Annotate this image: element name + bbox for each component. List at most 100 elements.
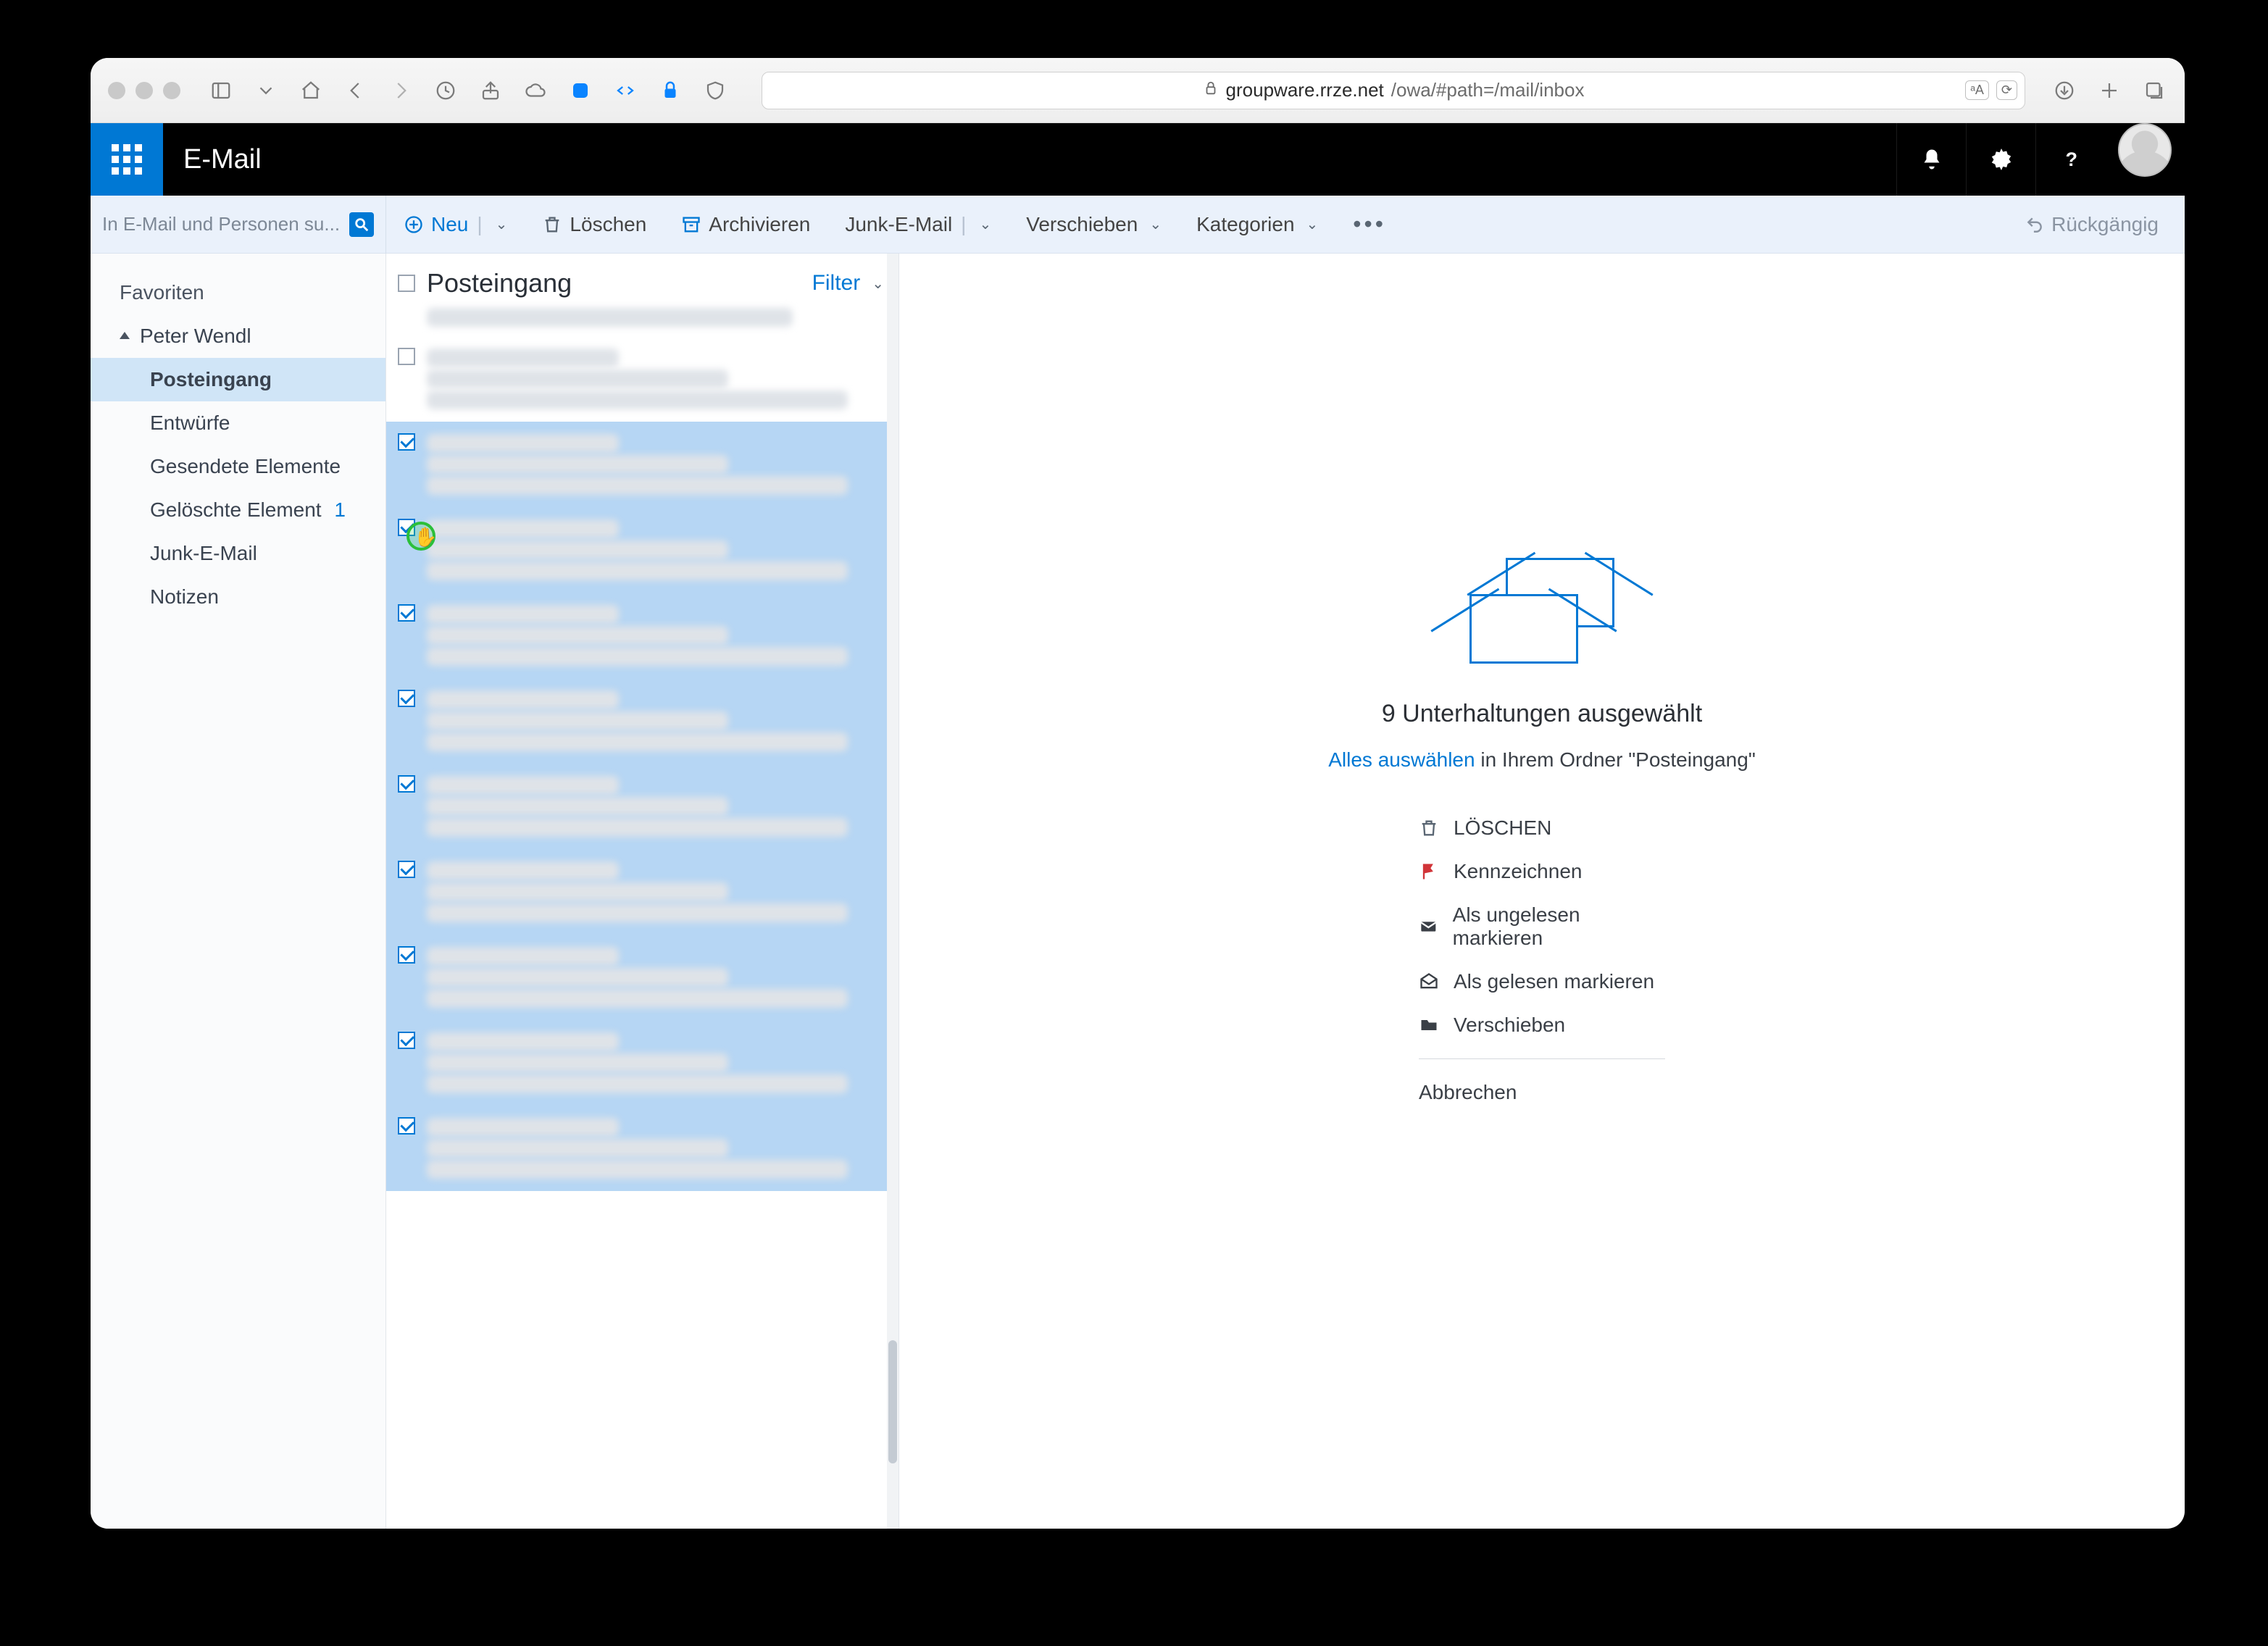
reader-icon[interactable]: ⟳	[1996, 80, 2017, 100]
message-item[interactable]	[386, 593, 899, 678]
traffic-max[interactable]	[163, 82, 180, 99]
junk-button[interactable]: Junk-E-Mail |⌄	[827, 196, 1009, 253]
user-avatar[interactable]	[2118, 123, 2172, 177]
browser-window: groupware.rrze.net/owa/#path=/mail/inbox…	[91, 58, 2185, 1529]
extension-blue-icon[interactable]	[567, 78, 593, 104]
action-move-label: Verschieben	[1454, 1014, 1565, 1037]
message-item[interactable]	[386, 935, 899, 1020]
select-all-checkbox[interactable]	[398, 275, 415, 292]
home-icon[interactable]	[298, 78, 324, 104]
nav-drafts[interactable]: Entwürfe	[91, 401, 385, 445]
url-bar[interactable]: groupware.rrze.net/owa/#path=/mail/inbox…	[762, 72, 2025, 109]
nav-deleted-label: Gelöschte Element	[150, 498, 322, 521]
message-item[interactable]	[386, 422, 899, 507]
message-item[interactable]	[386, 507, 899, 593]
bulk-actions: LÖSCHEN Kennzeichnen Als ungelesen marki…	[1419, 806, 1665, 1114]
message-checkbox[interactable]	[398, 1032, 415, 1049]
action-flag[interactable]: Kennzeichnen	[1419, 850, 1665, 893]
browser-toolbar: groupware.rrze.net/owa/#path=/mail/inbox…	[91, 58, 2185, 123]
select-all-link[interactable]: Alles auswählen	[1328, 748, 1475, 771]
message-checkbox[interactable]	[398, 1117, 415, 1135]
delete-button[interactable]: Löschen	[525, 196, 664, 253]
back-icon[interactable]	[343, 78, 369, 104]
nav-account-label: Peter Wendl	[140, 325, 251, 348]
nav-account[interactable]: Peter Wendl	[91, 314, 385, 358]
move-label: Verschieben	[1026, 213, 1138, 236]
search-box[interactable]: In E-Mail und Personen su...	[91, 196, 386, 254]
list-header: Posteingang Filter ⌄	[386, 254, 899, 303]
message-checkbox[interactable]	[398, 604, 415, 622]
new-tab-icon[interactable]	[2096, 78, 2122, 104]
nav-sent[interactable]: Gesendete Elemente	[91, 445, 385, 488]
cloud-icon[interactable]	[522, 78, 549, 104]
envelope-illustration	[1469, 558, 1614, 664]
nav-notes[interactable]: Notizen	[91, 575, 385, 619]
message-list: Posteingang Filter ⌄	[386, 254, 899, 1529]
message-checkbox[interactable]	[398, 348, 415, 365]
nav-favorites[interactable]: Favoriten	[91, 271, 385, 314]
forward-icon	[388, 78, 414, 104]
message-checkbox[interactable]	[398, 946, 415, 964]
action-mark-unread[interactable]: Als ungelesen markieren	[1419, 893, 1665, 960]
undo-label: Rückgängig	[2051, 213, 2159, 236]
message-item[interactable]	[386, 764, 899, 849]
owa-header: E-Mail ?	[91, 123, 2185, 196]
scrollbar-thumb[interactable]	[888, 1340, 897, 1463]
nav-inbox[interactable]: Posteingang	[91, 358, 385, 401]
undo-button[interactable]: Rückgängig	[2025, 213, 2185, 236]
message-item[interactable]	[386, 1020, 899, 1106]
message-checkbox[interactable]	[398, 775, 415, 793]
action-move[interactable]: Verschieben	[1419, 1003, 1665, 1047]
devtools-icon[interactable]	[612, 78, 638, 104]
url-host: groupware.rrze.net	[1226, 79, 1384, 101]
nav-deleted[interactable]: Gelöschte Element 1	[91, 488, 385, 532]
message-item[interactable]	[386, 336, 899, 422]
action-delete[interactable]: LÖSCHEN	[1419, 806, 1665, 850]
command-bar: In E-Mail und Personen su... Neu |⌄ Lösc…	[91, 196, 2185, 254]
share-icon[interactable]	[478, 78, 504, 104]
delete-label: Löschen	[570, 213, 646, 236]
app-title: E-Mail	[163, 144, 262, 175]
message-item[interactable]	[386, 1106, 899, 1191]
app-launcher[interactable]	[91, 123, 163, 196]
help-button[interactable]: ?	[2035, 123, 2105, 196]
tab-overview-icon[interactable]	[2141, 78, 2167, 104]
filter-button[interactable]: Filter ⌄	[812, 271, 884, 296]
nav-junk[interactable]: Junk-E-Mail	[91, 532, 385, 575]
downloads-icon[interactable]	[2051, 78, 2077, 104]
message-item[interactable]	[386, 678, 899, 764]
message-checkbox[interactable]	[398, 690, 415, 707]
categories-button[interactable]: Kategorien ⌄	[1179, 196, 1335, 253]
action-mark-read[interactable]: Als gelesen markieren	[1419, 960, 1665, 1003]
nav-deleted-count: 1	[327, 498, 346, 521]
settings-button[interactable]	[1966, 123, 2035, 196]
window-controls[interactable]	[108, 82, 180, 99]
search-icon[interactable]	[349, 212, 374, 237]
cursor-indicator: ✋	[407, 522, 435, 551]
history-icon[interactable]	[433, 78, 459, 104]
shield-icon[interactable]	[702, 78, 728, 104]
list-scrollbar[interactable]	[887, 254, 899, 1529]
move-button[interactable]: Verschieben ⌄	[1009, 196, 1179, 253]
tab-group-chevron-icon[interactable]	[253, 78, 279, 104]
translate-icon[interactable]: ᵃA	[1965, 80, 1989, 100]
action-delete-label: LÖSCHEN	[1454, 816, 1551, 840]
url-right-icons: ᵃA ⟳	[1965, 80, 2017, 100]
waffle-icon	[112, 144, 142, 175]
new-label: Neu	[431, 213, 468, 236]
message-checkbox[interactable]	[398, 861, 415, 878]
more-button[interactable]: •••	[1335, 196, 1404, 253]
sidebar-toggle-icon[interactable]	[208, 78, 234, 104]
traffic-close[interactable]	[108, 82, 125, 99]
lock-filled-icon[interactable]	[657, 78, 683, 104]
message-item[interactable]	[386, 849, 899, 935]
new-button[interactable]: Neu |⌄	[386, 196, 525, 253]
notifications-button[interactable]	[1896, 123, 1966, 196]
selection-subtitle: Alles auswählen in Ihrem Ordner "Postein…	[1328, 748, 1756, 772]
traffic-min[interactable]	[136, 82, 153, 99]
main-area: Favoriten Peter Wendl Posteingang Entwür…	[91, 254, 2185, 1529]
message-checkbox[interactable]	[398, 433, 415, 451]
archive-button[interactable]: Archivieren	[664, 196, 827, 253]
action-cancel[interactable]: Abbrechen	[1419, 1071, 1665, 1114]
folder-nav: Favoriten Peter Wendl Posteingang Entwür…	[91, 254, 386, 1529]
